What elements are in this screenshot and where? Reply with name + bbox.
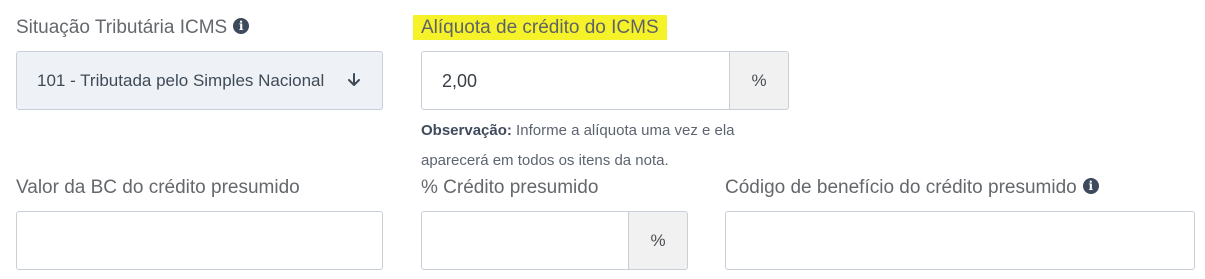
codigo-beneficio-label-text: Código de benefício do crédito presumido: [725, 177, 1077, 198]
aliquota-percent-addon: %: [730, 51, 789, 110]
aliquota-credito-input[interactable]: 2,00: [421, 51, 730, 110]
info-icon[interactable]: i: [233, 18, 250, 34]
credito-presumido-label: % Crédito presumido: [421, 177, 599, 198]
arrow-down-icon: [346, 72, 362, 88]
aliquota-credito-label-text: Alíquota de crédito do ICMS: [413, 15, 667, 40]
situacao-tributaria-label: Situação Tributária ICMS i: [16, 16, 250, 40]
codigo-beneficio-label: Código de benefício do crédito presumido…: [725, 176, 1099, 200]
aliquota-credito-value: 2,00: [442, 71, 478, 91]
codigo-beneficio-input[interactable]: [725, 211, 1195, 270]
observacao-title: Observação:: [421, 122, 512, 139]
situacao-tributaria-select[interactable]: 101 - Tributada pelo Simples Nacional: [16, 51, 383, 110]
situacao-tributaria-value: 101 - Tributada pelo Simples Nacional: [37, 71, 325, 90]
credito-presumido-percent-addon: %: [629, 211, 688, 270]
valor-bc-input[interactable]: [16, 211, 383, 270]
situacao-tributaria-label-text: Situação Tributária ICMS: [16, 17, 228, 38]
credito-presumido-input[interactable]: [421, 211, 629, 270]
valor-bc-label: Valor da BC do crédito presumido: [16, 177, 300, 198]
aliquota-credito-label: Alíquota de crédito do ICMS: [413, 15, 667, 40]
aliquota-observacao: Observação: Informe a alíquota uma vez e…: [421, 116, 801, 176]
info-icon[interactable]: i: [1082, 178, 1099, 194]
